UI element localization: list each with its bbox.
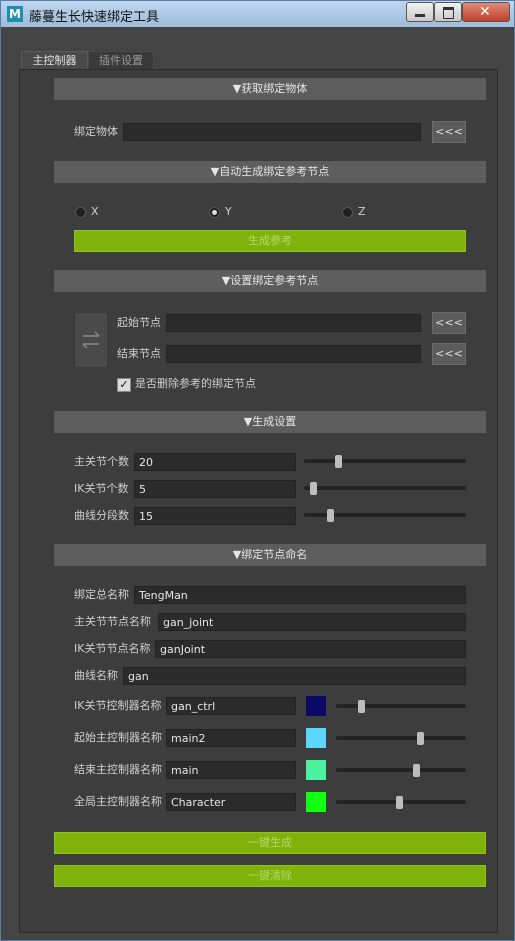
main-panel: ▼获取绑定物体 绑定物体 <<< ▼自动生成绑定参考节点 X Y Z 生成参考 … bbox=[19, 69, 498, 933]
main-joint-count-slider-thumb[interactable] bbox=[335, 455, 342, 468]
start-node-label: 起始节点 bbox=[117, 316, 161, 329]
end-ctrl-name-label: 结束主控制器名称 bbox=[74, 763, 162, 776]
curve-name-label: 曲线名称 bbox=[74, 669, 118, 682]
ik-ctrl-name-field[interactable]: gan_ctrl bbox=[166, 697, 296, 715]
tab-main-controller[interactable]: 主控制器 bbox=[21, 51, 88, 70]
global-ctrl-name-label: 全局主控制器名称 bbox=[74, 795, 162, 808]
section-header-naming[interactable]: ▼绑定节点命名 bbox=[54, 544, 486, 566]
curve-name-field[interactable]: gan bbox=[123, 667, 466, 685]
main-joint-count-label: 主关节个数 bbox=[74, 455, 129, 468]
end-node-label: 结束节点 bbox=[117, 347, 161, 360]
one-click-generate-button[interactable]: 一键生成 bbox=[54, 832, 486, 854]
start-node-field[interactable] bbox=[166, 314, 421, 332]
ik-ctrl-color-swatch[interactable] bbox=[306, 696, 326, 716]
main-joint-count-field[interactable]: 20 bbox=[134, 453, 296, 471]
end-ctrl-color-slider[interactable] bbox=[336, 768, 466, 772]
main-joint-name-field[interactable]: gan_joint bbox=[158, 613, 466, 631]
pick-bind-object-button[interactable]: <<< bbox=[432, 121, 466, 143]
section-header-get-object[interactable]: ▼获取绑定物体 bbox=[54, 78, 486, 100]
minimize-icon bbox=[415, 14, 425, 17]
rig-name-label: 绑定总名称 bbox=[74, 588, 129, 601]
minimize-button[interactable] bbox=[406, 2, 434, 22]
ik-joint-name-field[interactable]: ganJoint bbox=[155, 640, 466, 658]
radio-axis-x-label: X bbox=[91, 205, 99, 218]
ik-joint-count-label: IK关节个数 bbox=[74, 482, 129, 495]
end-ctrl-color-slider-thumb[interactable] bbox=[413, 764, 421, 777]
section-header-gen-settings[interactable]: ▼生成设置 bbox=[54, 411, 486, 433]
section-header-set-ref[interactable]: ▼设置绑定参考节点 bbox=[54, 270, 486, 292]
ik-ctrl-color-slider-thumb[interactable] bbox=[358, 700, 366, 713]
radio-axis-y[interactable] bbox=[209, 207, 220, 218]
tab-plugin-settings[interactable]: 插件设置 bbox=[88, 51, 154, 71]
end-node-field[interactable] bbox=[166, 345, 421, 363]
section-header-auto-ref[interactable]: ▼自动生成绑定参考节点 bbox=[54, 161, 486, 183]
start-ctrl-color-slider-thumb[interactable] bbox=[417, 732, 425, 745]
maximize-icon bbox=[443, 7, 454, 19]
ik-joint-count-slider[interactable] bbox=[304, 486, 466, 490]
maya-app-icon: M bbox=[7, 6, 23, 22]
start-ctrl-color-swatch[interactable] bbox=[306, 728, 326, 748]
end-ctrl-name-field[interactable]: main bbox=[166, 761, 296, 779]
pick-end-node-button[interactable]: <<< bbox=[432, 343, 466, 365]
rig-name-field[interactable]: TengMan bbox=[134, 586, 466, 604]
bind-object-field[interactable] bbox=[123, 123, 421, 141]
main-joint-count-slider[interactable] bbox=[304, 459, 466, 463]
maximize-button[interactable] bbox=[434, 2, 462, 22]
ik-joint-count-slider-thumb[interactable] bbox=[310, 482, 318, 495]
ik-ctrl-name-label: IK关节控制器名称 bbox=[74, 699, 162, 712]
end-ctrl-color-swatch[interactable] bbox=[306, 760, 326, 780]
bind-object-label: 绑定物体 bbox=[74, 125, 118, 138]
window-title: 藤蔓生长快速绑定工具 bbox=[29, 10, 160, 25]
radio-axis-x[interactable] bbox=[75, 207, 86, 218]
title-bar[interactable]: M 藤蔓生长快速绑定工具 ✕ bbox=[1, 1, 514, 27]
generate-reference-button[interactable]: 生成参考 bbox=[74, 230, 466, 252]
curve-segment-slider-thumb[interactable] bbox=[327, 509, 335, 522]
close-button[interactable]: ✕ bbox=[462, 2, 510, 22]
start-ctrl-color-slider[interactable] bbox=[336, 736, 466, 740]
start-ctrl-name-field[interactable]: main2 bbox=[166, 729, 296, 747]
ik-joint-name-label: IK关节节点名称 bbox=[74, 642, 151, 655]
radio-axis-z-label: Z bbox=[358, 205, 366, 218]
swap-arrows-icon bbox=[82, 331, 100, 349]
main-joint-name-label: 主关节节点名称 bbox=[74, 615, 151, 628]
global-ctrl-color-slider-thumb[interactable] bbox=[396, 796, 404, 809]
delete-ref-checkbox[interactable]: ✓ bbox=[117, 378, 131, 392]
delete-ref-label: 是否删除参考的绑定节点 bbox=[135, 377, 256, 390]
global-ctrl-name-field[interactable]: Character bbox=[166, 793, 296, 811]
pick-start-node-button[interactable]: <<< bbox=[432, 312, 466, 334]
curve-segment-label: 曲线分段数 bbox=[74, 509, 129, 522]
ik-ctrl-color-slider[interactable] bbox=[336, 704, 466, 708]
one-click-clear-button[interactable]: 一键清除 bbox=[54, 865, 486, 887]
curve-segment-field[interactable]: 15 bbox=[134, 507, 296, 525]
global-ctrl-color-swatch[interactable] bbox=[306, 792, 326, 812]
swap-nodes-button[interactable] bbox=[74, 312, 108, 368]
ik-joint-count-field[interactable]: 5 bbox=[134, 480, 296, 498]
content-area: 主控制器 插件设置 ▼获取绑定物体 绑定物体 <<< ▼自动生成绑定参考节点 X… bbox=[7, 27, 508, 934]
start-ctrl-name-label: 起始主控制器名称 bbox=[74, 731, 162, 744]
close-icon: ✕ bbox=[479, 4, 491, 20]
radio-axis-z[interactable] bbox=[342, 207, 353, 218]
radio-axis-y-label: Y bbox=[225, 205, 232, 218]
main-window: M 藤蔓生长快速绑定工具 ✕ 主控制器 插件设置 ▼获取绑定物体 绑定物体 <<… bbox=[0, 0, 515, 941]
